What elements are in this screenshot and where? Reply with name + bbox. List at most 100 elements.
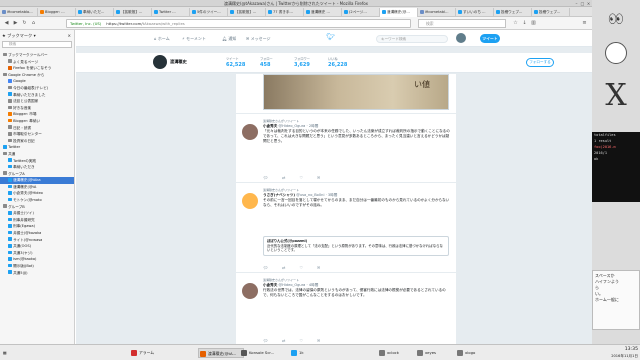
tab[interactable]: 奉納いただ...	[76, 8, 114, 17]
bookmark-item[interactable]: Google Chrome から	[0, 72, 74, 79]
profile-stat[interactable]: いいね 26,228	[328, 56, 352, 68]
bookmark-item[interactable]: 弁護士(ツイ)	[0, 210, 74, 217]
bookmark-item[interactable]: 共通5(JJ)	[0, 270, 74, 277]
bookmark-item[interactable]: 市場取引センター	[0, 131, 74, 138]
close-sidebar-icon[interactable]: ×	[67, 33, 71, 38]
downloads-icon[interactable]: ↓	[521, 20, 528, 27]
taskbar-item[interactable]: 渡溝穣史(@tA...	[198, 348, 244, 358]
bookmark-item[interactable]: グループA	[0, 171, 74, 178]
dm-icon[interactable]: ✉	[317, 338, 320, 343]
bookmark-item[interactable]: 渡溝穣史(@tAka	[0, 177, 74, 184]
tab[interactable]: 【拡散推】...	[114, 8, 152, 17]
like-icon[interactable]: ♡	[299, 175, 303, 180]
bookmark-item[interactable]: グループB	[0, 204, 74, 211]
tweet[interactable]: 渡溝穣史さんがリツイート 小倉秀夫 @Hideo_Ogura · 2時間 「元々は裁…	[236, 115, 456, 183]
bookmark-item[interactable]: 小倉秀夫(@Hideo	[0, 190, 74, 197]
tab[interactable]: (2ページ...	[342, 8, 380, 17]
bookmark-item[interactable]: 刑事(Egawa)	[0, 223, 74, 230]
maximize-icon[interactable]: □	[580, 1, 585, 6]
bookmark-item[interactable]: 奉納いただき	[0, 164, 74, 171]
forward-icon[interactable]: ▶	[12, 20, 19, 27]
bookmark-item[interactable]: 共通(OOS)	[0, 243, 74, 250]
dm-icon[interactable]: ✉	[317, 175, 320, 180]
nav-messages[interactable]: ✉ メッセージ	[246, 36, 271, 42]
like-icon[interactable]: ♡	[299, 338, 303, 343]
nav-notifications[interactable]: 🔔︎ 通知	[222, 36, 236, 42]
bookmark-item[interactable]: Blogger: 市場	[0, 111, 74, 118]
tweet-handle[interactable]: @usa_no_Bo0ni	[296, 193, 324, 197]
bookmark-item[interactable]: 共通3(ヤジ)	[0, 250, 74, 257]
menu-icon[interactable]: ≡	[581, 20, 588, 27]
taskbar-item[interactable]: xclock	[378, 348, 408, 358]
tweet-button[interactable]: ツイート	[480, 34, 500, 43]
tab[interactable]: ificometabl...	[418, 8, 456, 17]
bookmark-item[interactable]: 奉納いただきました	[0, 92, 74, 99]
like-icon[interactable]: ♡	[299, 265, 303, 270]
tweet-time[interactable]: 4時間	[309, 283, 318, 287]
bookmark-item[interactable]: 投資家の日記	[0, 138, 74, 145]
url-bar[interactable]: Twitter, Inc. (US) https://twitter.com/t…	[66, 19, 411, 28]
minimize-icon[interactable]: –	[574, 1, 579, 6]
taskbar-item[interactable]: xeyes	[416, 348, 446, 358]
start-menu-icon[interactable]: ▦	[2, 348, 12, 358]
back-icon[interactable]: ◀	[3, 20, 10, 27]
home-icon[interactable]: ⌂	[30, 20, 37, 27]
bookmark-item[interactable]: 渡溝穣史(@tA	[0, 184, 74, 191]
tweet[interactable]: 渡溝穣史さんがリツイート 小倉秀夫 @Hideo_Ogura · 4時間 行政法の世…	[236, 274, 456, 344]
tweet-author-name[interactable]: 小倉秀夫	[263, 283, 277, 287]
profile-stat[interactable]: ツイート 62,528	[226, 56, 250, 68]
reply-icon[interactable]: 💬︎	[263, 175, 268, 180]
titlebar[interactable]: 渡溝穣史(@tAkazawa)さん | Twitterから削除されたツイート -…	[0, 0, 592, 7]
tab[interactable]: 【拡散推】...	[228, 8, 266, 17]
nav-moments[interactable]: ⚡ モーメント	[182, 36, 206, 42]
tab[interactable]: Blogger: ...	[38, 8, 76, 17]
terminal-window[interactable]: totalfiles 1 result foo(2016-m 2016/1 ok	[592, 132, 640, 202]
taskbar-item[interactable]: アラーム	[130, 348, 180, 358]
tweet[interactable]: 渡溝穣史さんがリツイート うさぎ(ナベシャツ) @usa_no_Bo0ni · 3…	[236, 184, 456, 273]
clock[interactable]: 13:35 2016年11月1日	[596, 347, 638, 359]
profile-avatar[interactable]	[153, 55, 167, 69]
retweet-icon[interactable]: ⇄	[282, 338, 285, 343]
reply-icon[interactable]: 💬︎	[263, 338, 268, 343]
tab[interactable]: 渡溝穣史(@...	[380, 8, 418, 17]
bookmark-item[interactable]: 好きな音楽	[0, 105, 74, 112]
bookmark-item[interactable]: Twitter	[0, 144, 74, 151]
profile-stat[interactable]: フォロー 458	[260, 56, 284, 68]
xlogo-icon[interactable]: X	[596, 78, 636, 113]
profile-stat[interactable]: フォロワー 3,629	[294, 56, 318, 68]
tweet-handle[interactable]: @Hideo_Ogura	[279, 124, 306, 128]
bookmark-item[interactable]: Blogger: 奉納い	[0, 118, 74, 125]
tab[interactable]: ificometablo...	[0, 8, 38, 17]
bookmark-item[interactable]: Firefox を使いこなそう	[0, 65, 74, 72]
close-icon[interactable]: ×	[586, 1, 591, 6]
tweet-author-name[interactable]: 小倉秀夫	[263, 124, 277, 128]
bookmark-item[interactable]: 法廷と公表国家	[0, 98, 74, 105]
xclock-icon[interactable]	[605, 42, 627, 64]
nav-home[interactable]: ⌂ ホーム	[154, 36, 170, 42]
bookmark-item[interactable]: モトケン(@moto	[0, 197, 74, 204]
bookmark-item[interactable]: よく見るページ	[0, 59, 74, 66]
bookmark-item[interactable]: ブックマークツールバー	[0, 52, 74, 59]
bookmark-star-icon[interactable]: ☆	[512, 20, 519, 27]
library-icon[interactable]: ▥	[530, 20, 537, 27]
sidebar-header[interactable]: ★ ブックマーク ▾ ×	[2, 33, 74, 39]
tweet-author-name[interactable]: うさぎ(ナベシャツ)	[263, 193, 295, 197]
taskbar-item[interactable]: Konsole Scr...	[240, 348, 288, 358]
bookmark-search-input[interactable]: 検索	[2, 41, 72, 48]
text-window[interactable]: スペースか ハイフンようらい。 ホーム一般に	[592, 270, 640, 330]
bookmark-item[interactable]: 刑事弁護研究	[0, 217, 74, 224]
retweet-icon[interactable]: ⇄	[282, 175, 285, 180]
user-avatar[interactable]	[456, 33, 466, 43]
tab[interactable]: 77 書き手...	[266, 8, 304, 17]
tweet-avatar[interactable]	[242, 283, 258, 299]
bookmark-item[interactable]: Google	[0, 78, 74, 85]
bookmark-item[interactable]: ism(@kaoko)	[0, 256, 74, 263]
tab[interactable]: 渡溝穣史 ...	[304, 8, 342, 17]
bookmark-item[interactable]: 共通	[0, 151, 74, 158]
xeyes-icon[interactable]: 👀︎	[596, 12, 636, 26]
tab[interactable]: すいいのち ...	[456, 8, 494, 17]
web-search-input[interactable]: 検索	[418, 19, 506, 28]
quoted-tweet[interactable]: ぼぼりん公式(@pozzmi) 近代的な法制度の原理として「法の支配」という原則が…	[263, 236, 449, 256]
bookmark-item[interactable]: Twitterの実践	[0, 158, 74, 165]
bookmark-item[interactable]: サイト(@ncwasa	[0, 237, 74, 244]
